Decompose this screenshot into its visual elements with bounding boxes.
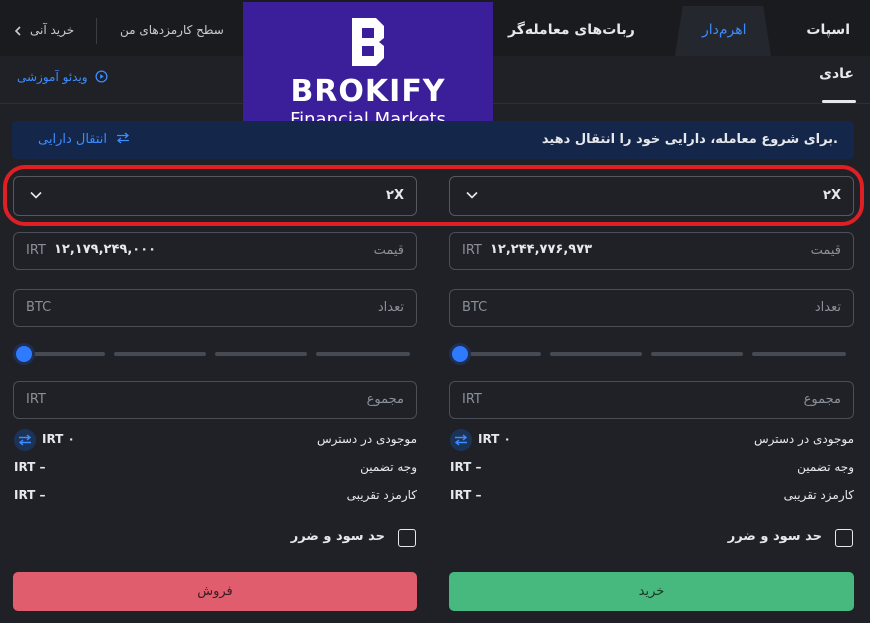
tab-trading-bots[interactable]: ربات‌های معامله‌گر xyxy=(508,0,635,56)
buy-fee-value: IRT – xyxy=(450,488,482,502)
brand-name: BROKIFY xyxy=(290,74,446,109)
buy-total-label: مجموع xyxy=(803,392,841,407)
sell-available-label: موجودی در دسترس xyxy=(316,432,417,446)
sell-available-value: IRT ۰ xyxy=(42,432,75,446)
sell-margin-label: وجه تضمین xyxy=(360,460,417,474)
banner-message: برای شروع معامله، دارایی خود را انتقال د… xyxy=(541,132,838,147)
sell-tp-sl-label: حد سود و ضرر xyxy=(290,529,385,544)
buy-total-unit: IRT xyxy=(462,392,482,407)
sell-tp-sl-checkbox[interactable] xyxy=(398,529,416,547)
buy-margin-value: IRT – xyxy=(450,460,482,474)
buy-price-unit: IRT xyxy=(462,243,482,258)
buy-total-field[interactable]: مجموع IRT xyxy=(449,381,854,419)
sell-amount-label: تعداد xyxy=(377,300,404,315)
buy-available-label: موجودی در دسترس xyxy=(753,432,854,446)
buy-slider-handle[interactable] xyxy=(452,346,468,362)
slider-segment xyxy=(215,352,307,356)
subtab-normal[interactable]: عادی xyxy=(819,66,854,82)
transfer-asset-link[interactable]: انتقال دارایی xyxy=(38,121,130,159)
sell-margin-value: IRT – xyxy=(14,460,46,474)
chevron-left-icon xyxy=(14,25,21,36)
sell-total-field[interactable]: مجموع IRT xyxy=(13,381,417,419)
slider-segment xyxy=(316,352,410,356)
sell-fee-value: IRT – xyxy=(14,488,46,502)
play-circle-icon xyxy=(95,70,108,83)
brokify-mark-icon xyxy=(352,18,384,66)
nav-divider xyxy=(96,18,97,44)
buy-price-label: قیمت xyxy=(810,243,841,258)
buy-amount-field[interactable]: تعداد BTC xyxy=(449,289,854,327)
buy-price-field[interactable]: قیمت IRT ۱۲,۲۴۴,۷۷۶,۹۷۳ xyxy=(449,232,854,270)
buy-amount-slider[interactable] xyxy=(449,346,849,362)
sell-price-label: قیمت xyxy=(373,243,404,258)
slider-segment xyxy=(550,352,642,356)
buy-margin-label: وجه تضمین xyxy=(797,460,854,474)
buy-button[interactable]: خرید xyxy=(449,572,854,611)
sell-total-unit: IRT xyxy=(26,392,46,407)
transfer-banner: برای شروع معامله، دارایی خود را انتقال د… xyxy=(12,121,854,159)
video-tutorial-label: ویدئو آموزشی xyxy=(17,70,88,84)
buy-tp-sl-label: حد سود و ضرر xyxy=(727,529,822,544)
instant-buy-label: خرید آنی xyxy=(30,23,75,37)
sell-price-unit: IRT xyxy=(26,243,46,258)
slider-segment xyxy=(752,352,846,356)
instant-buy-link[interactable]: خرید آنی xyxy=(14,0,74,60)
buy-tp-sl-checkbox[interactable] xyxy=(835,529,853,547)
fee-level-link[interactable]: سطح کارمزدهای من xyxy=(120,0,224,60)
sell-price-field[interactable]: قیمت IRT ۱۲,۱۷۹,۲۴۹,۰۰۰ xyxy=(13,232,417,270)
sell-button[interactable]: فروش xyxy=(13,572,417,611)
buy-amount-label: تعداد xyxy=(814,300,841,315)
transfer-arrows-icon xyxy=(18,434,32,446)
sell-amount-unit: BTC xyxy=(26,300,52,315)
tab-leverage[interactable]: اهرم‌دار xyxy=(702,0,747,56)
transfer-arrows-icon xyxy=(117,132,130,144)
buy-amount-unit: BTC xyxy=(462,300,488,315)
video-tutorial-link[interactable]: ویدئو آموزشی xyxy=(17,70,108,84)
slider-segment xyxy=(114,352,206,356)
transfer-asset-label: انتقال دارایی xyxy=(38,132,108,147)
slider-segment xyxy=(651,352,743,356)
buy-fee-label: کارمزد تقریبی xyxy=(783,488,854,502)
tab-spot[interactable]: اسپات xyxy=(806,0,850,56)
sell-fee-label: کارمزد تقریبی xyxy=(346,488,417,502)
sell-price-value: ۱۲,۱۷۹,۲۴۹,۰۰۰ xyxy=(54,242,157,257)
sell-amount-slider[interactable] xyxy=(13,346,413,362)
buy-available-value: IRT ۰ xyxy=(478,432,511,446)
sell-amount-field[interactable]: تعداد BTC xyxy=(13,289,417,327)
buy-price-value: ۱۲,۲۴۴,۷۷۶,۹۷۳ xyxy=(490,242,593,257)
leverage-highlight-outline xyxy=(3,165,864,226)
sell-slider-handle[interactable] xyxy=(16,346,32,362)
sell-total-label: مجموع xyxy=(366,392,404,407)
buy-transfer-button[interactable] xyxy=(450,429,472,451)
transfer-arrows-icon xyxy=(454,434,468,446)
sell-transfer-button[interactable] xyxy=(14,429,36,451)
